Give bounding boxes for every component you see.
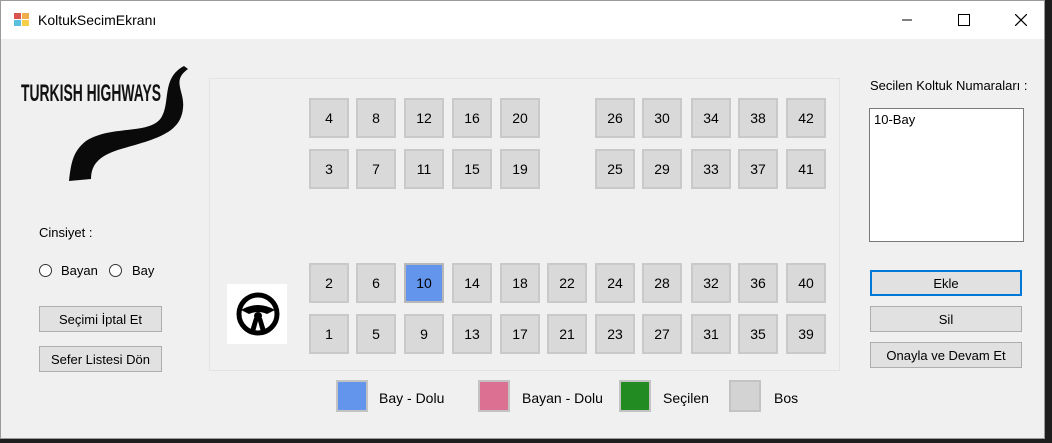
legend-label-bayan-dolu: Bayan - Dolu: [522, 390, 603, 406]
list-item[interactable]: 10-Bay: [874, 112, 1019, 127]
radio-bayan[interactable]: [39, 264, 52, 277]
seat[interactable]: 29: [642, 149, 682, 189]
legend-swatch-secilen: [619, 380, 651, 412]
svg-text:TURKISH HIGHWAYS: TURKISH HIGHWAYS: [21, 80, 161, 107]
koltuk-secim-window: KoltukSecimEkranı TURKISH HIGHWAYS Cinsi…: [0, 0, 1045, 439]
legend-swatch-bayan-dolu: [478, 380, 510, 412]
seat[interactable]: 41: [786, 149, 826, 189]
steering-wheel-icon: [227, 284, 287, 344]
selected-seats-listbox[interactable]: 10-Bay: [869, 108, 1024, 242]
delete-button[interactable]: Sil: [870, 306, 1022, 332]
seat[interactable]: 20: [500, 98, 540, 138]
selected-seats-label: Secilen Koltuk Numaraları :: [870, 78, 1028, 93]
title-bar: KoltukSecimEkranı: [1, 1, 1044, 39]
seat[interactable]: 15: [452, 149, 492, 189]
seat[interactable]: 25: [595, 149, 635, 189]
seat[interactable]: 42: [786, 98, 826, 138]
seat[interactable]: 18: [500, 263, 540, 303]
seat[interactable]: 21: [547, 314, 587, 354]
seat[interactable]: 22: [547, 263, 587, 303]
seat[interactable]: 30: [642, 98, 682, 138]
seat[interactable]: 38: [738, 98, 778, 138]
seat[interactable]: 26: [595, 98, 635, 138]
seat[interactable]: 14: [452, 263, 492, 303]
seat[interactable]: 27: [642, 314, 682, 354]
seat[interactable]: 36: [738, 263, 778, 303]
close-icon: [1015, 14, 1027, 26]
seat[interactable]: 8: [356, 98, 396, 138]
app-icon: [14, 13, 29, 26]
seat[interactable]: 23: [595, 314, 635, 354]
seat-selected[interactable]: 10: [404, 263, 444, 303]
seat[interactable]: 11: [404, 149, 444, 189]
radio-bay[interactable]: [109, 264, 122, 277]
seat[interactable]: 17: [500, 314, 540, 354]
minimize-button[interactable]: [884, 1, 930, 39]
confirm-and-continue-button[interactable]: Onayla ve Devam Et: [870, 342, 1022, 368]
seat[interactable]: 19: [500, 149, 540, 189]
turkish-highways-logo: TURKISH HIGHWAYS: [21, 66, 188, 181]
seat[interactable]: 7: [356, 149, 396, 189]
seat[interactable]: 2: [309, 263, 349, 303]
seat[interactable]: 5: [356, 314, 396, 354]
legend-swatch-bay-dolu: [336, 380, 368, 412]
seat[interactable]: 4: [309, 98, 349, 138]
seat[interactable]: 6: [356, 263, 396, 303]
back-to-trip-list-button[interactable]: Sefer Listesi Dön: [39, 346, 162, 372]
seat[interactable]: 39: [786, 314, 826, 354]
seat[interactable]: 13: [452, 314, 492, 354]
seat[interactable]: 33: [691, 149, 731, 189]
seat[interactable]: 37: [738, 149, 778, 189]
seat[interactable]: 3: [309, 149, 349, 189]
seat[interactable]: 32: [691, 263, 731, 303]
window-title: KoltukSecimEkranı: [38, 12, 157, 28]
seat[interactable]: 40: [786, 263, 826, 303]
minimize-icon: [902, 19, 912, 21]
seat[interactable]: 12: [404, 98, 444, 138]
gender-label: Cinsiyet :: [39, 225, 93, 240]
add-button[interactable]: Ekle: [870, 270, 1022, 296]
seat[interactable]: 24: [595, 263, 635, 303]
seat[interactable]: 34: [691, 98, 731, 138]
legend-label-secilen: Seçilen: [663, 390, 709, 406]
legend-label-bos: Bos: [774, 390, 799, 406]
seat[interactable]: 35: [738, 314, 778, 354]
seat[interactable]: 31: [691, 314, 731, 354]
radio-bay-label: Bay: [132, 263, 155, 278]
legend-swatch-bos: [729, 380, 761, 412]
seat[interactable]: 9: [404, 314, 444, 354]
cancel-selection-button[interactable]: Seçimi İptal Et: [39, 306, 162, 332]
radio-bayan-label: Bayan: [61, 263, 98, 278]
seat[interactable]: 28: [642, 263, 682, 303]
maximize-button[interactable]: [941, 1, 987, 39]
seat[interactable]: 1: [309, 314, 349, 354]
maximize-icon: [958, 14, 970, 26]
legend-label-bay-dolu: Bay - Dolu: [379, 390, 445, 406]
close-button[interactable]: [998, 1, 1044, 39]
seat[interactable]: 16: [452, 98, 492, 138]
